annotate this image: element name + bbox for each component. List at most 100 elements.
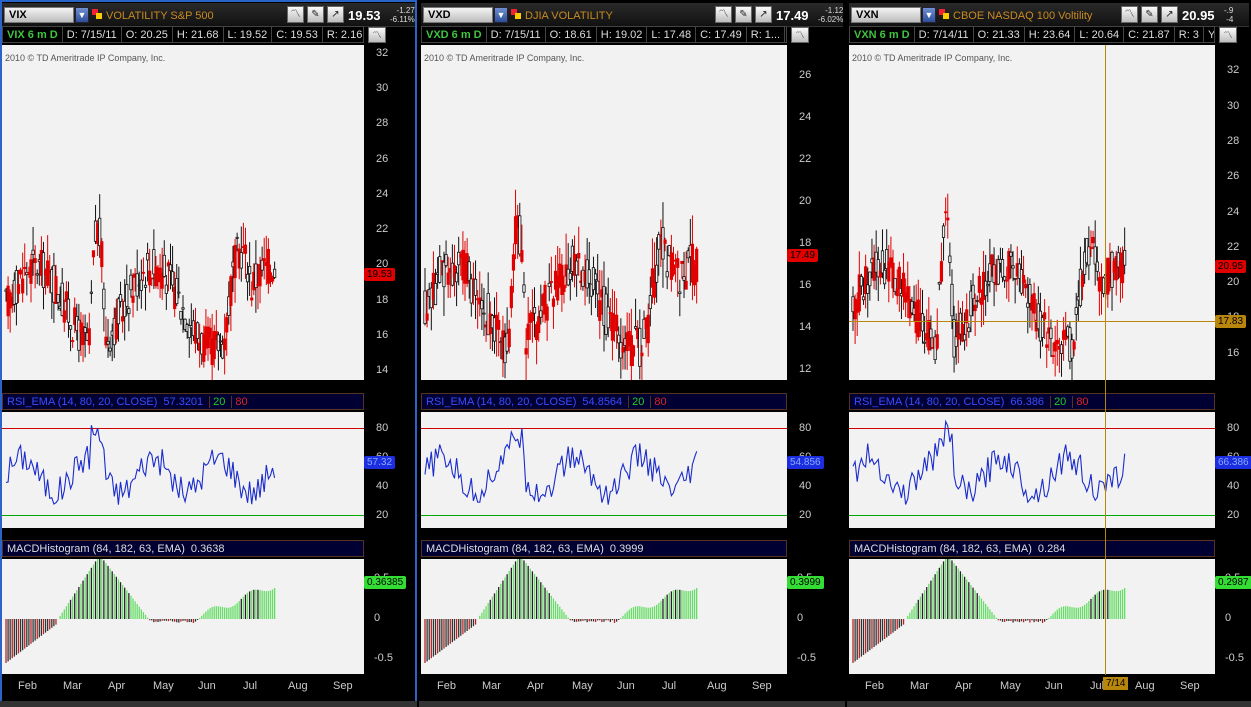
macd-histogram (5, 559, 276, 663)
change-percent: -6.02% (818, 15, 844, 24)
macd-axis-tick: 0 (374, 612, 381, 624)
flag-icon[interactable] (939, 9, 949, 19)
rsi-study-header[interactable]: RSI_EMA (14, 80, 20, CLOSE) 57.3201 20 8… (2, 393, 364, 410)
time-axis-tick: Feb (865, 680, 884, 692)
scroll-bar[interactable] (847, 701, 1251, 707)
candle (897, 261, 901, 312)
candle (127, 306, 131, 332)
price-axis-tick: 30 (376, 82, 389, 95)
rsi-line (852, 419, 1126, 505)
rsi-lower-level: 20 (628, 395, 644, 408)
time-axis-tick: Mar (910, 680, 929, 692)
candle (262, 237, 266, 280)
rsi-study-header[interactable]: RSI_EMA (14, 80, 20, CLOSE) 66.386 20 80 (849, 393, 1215, 410)
timeframe-label[interactable]: VIX 6 m D (3, 27, 63, 42)
flag-icon[interactable] (511, 9, 521, 19)
rsi-study-header[interactable]: RSI_EMA (14, 80, 20, CLOSE) 54.8564 20 8… (421, 393, 787, 410)
candle (549, 256, 553, 294)
price-axis-tick: 30 (1227, 99, 1240, 112)
macd-study-header[interactable]: MACDHistogram (84, 182, 63, EMA) 0.3638 (2, 540, 364, 557)
candle (102, 282, 106, 332)
drawing-tool-icon[interactable]: ✎ (735, 6, 752, 23)
macd-plot[interactable] (421, 559, 787, 674)
symbol-input[interactable]: VIX (4, 7, 74, 23)
candle (522, 271, 526, 298)
timeframe-label[interactable]: VXD 6 m D (422, 27, 487, 42)
bar-high: H: 23.64 (1025, 27, 1076, 42)
price-plot[interactable]: 2010 © TD Ameritrade IP Company, Inc. (421, 45, 787, 380)
symbol-dropdown-icon[interactable]: ▼ (75, 7, 89, 23)
rsi-label: RSI_EMA (14, 80, 20, CLOSE) (426, 395, 577, 408)
rsi-upper-level: 80 (650, 395, 667, 408)
drawing-tool-icon[interactable]: ✎ (1141, 6, 1158, 23)
chart-settings-icon[interactable]: 〽 (368, 27, 386, 43)
chart-style-icon[interactable]: 〽 (715, 6, 732, 23)
price-candles (851, 193, 1127, 380)
symbol-input[interactable]: VXD (423, 7, 493, 23)
candle (690, 215, 695, 301)
chart-pane-0[interactable]: VIX ▼ VOLATILITY S&P 500 〽 ✎ ↗ 19.53 -1.… (0, 0, 417, 707)
chart-style-icon[interactable]: 〽 (287, 6, 304, 23)
candle (927, 297, 931, 355)
rsi-axis-tick: 80 (376, 421, 389, 434)
chart-pane-1[interactable]: VXD ▼ DJIA VOLATILITY 〽 ✎ ↗ 17.49 -1.12 … (419, 0, 845, 707)
last-price-tag: 17.49 (787, 248, 819, 262)
rsi-line-chart (849, 419, 1215, 516)
rsi-upper-level: 80 (1072, 395, 1089, 408)
chart-style-icon[interactable]: 〽 (1121, 6, 1138, 23)
time-axis-tick: Sep (333, 680, 353, 692)
price-change: -1.12 -6.02% (818, 6, 843, 24)
macd-study-header[interactable]: MACDHistogram (84, 182, 63, EMA) 0.3999 (421, 540, 787, 557)
symbol-input[interactable]: VXN (851, 7, 921, 23)
price-axis-tick: 32 (1227, 64, 1240, 77)
candle (206, 316, 210, 361)
bar-close: C: 21.87 (1124, 27, 1175, 42)
price-axis-tick: 26 (799, 69, 812, 82)
symbol-dropdown-icon[interactable]: ▼ (494, 7, 508, 23)
timeframe-label[interactable]: VXN 6 m D (850, 27, 915, 42)
candle (461, 231, 465, 295)
macd-study-header[interactable]: MACDHistogram (84, 182, 63, EMA) 0.284 (849, 540, 1215, 557)
time-axis-tick: Jun (198, 680, 216, 692)
scroll-bar[interactable] (0, 701, 417, 707)
macd-value: 0.284 (1037, 542, 1066, 555)
symbol-dropdown-icon[interactable]: ▼ (922, 7, 936, 23)
studies-icon[interactable]: ↗ (1161, 6, 1178, 23)
scroll-bar[interactable] (419, 701, 845, 707)
candle (629, 308, 633, 380)
macd-axis-tick: 0 (797, 612, 804, 624)
candle (661, 202, 665, 288)
chart-settings-icon[interactable]: 〽 (791, 27, 809, 43)
candle (695, 246, 699, 304)
macd-plot[interactable] (849, 559, 1215, 674)
price-plot[interactable]: 2010 © TD Ameritrade IP Company, Inc. (2, 45, 364, 380)
rsi-plot[interactable] (849, 412, 1215, 528)
price-plot[interactable]: 2010 © TD Ameritrade IP Company, Inc. (849, 45, 1215, 380)
time-axis-tick: Jun (1045, 680, 1063, 692)
candle (633, 298, 638, 331)
rsi-axis-tick: 20 (799, 508, 812, 521)
candle (1053, 325, 1057, 377)
candle (248, 242, 252, 297)
candle (129, 269, 133, 298)
candle (682, 251, 686, 299)
rsi-line (424, 428, 698, 505)
rsi-axis-tick: 40 (1227, 479, 1240, 492)
studies-icon[interactable]: ↗ (327, 6, 344, 23)
flag-icon[interactable] (92, 9, 102, 19)
rsi-plot[interactable] (2, 412, 364, 528)
price-axis-tick: 22 (376, 223, 389, 236)
candle (68, 324, 73, 352)
macd-plot[interactable] (2, 559, 364, 674)
rsi-plot[interactable] (421, 412, 787, 528)
candle (77, 303, 81, 363)
rsi-value: 66.386 (1010, 395, 1045, 408)
studies-icon[interactable]: ↗ (755, 6, 772, 23)
candle (948, 242, 952, 277)
time-axis-tick: Jun (617, 680, 635, 692)
chart-pane-2[interactable]: VXN ▼ CBOE NASDAQ 100 Voltility 〽 ✎ ↗ 20… (847, 0, 1251, 707)
drawing-tool-icon[interactable]: ✎ (307, 6, 324, 23)
chart-settings-icon[interactable]: 〽 (1219, 27, 1237, 43)
bar-range: R: 2.16 (323, 27, 363, 42)
time-axis-tick: May (153, 680, 174, 692)
